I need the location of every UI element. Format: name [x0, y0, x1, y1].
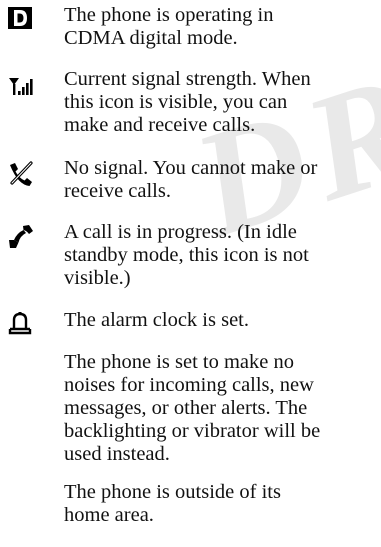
entry-description: A call is in progress. (In idle standby … — [64, 221, 309, 289]
entry-description: The phone is outside of its home area. — [64, 481, 281, 526]
alarm-bell-icon — [7, 311, 37, 339]
signal-strength-icon — [7, 75, 37, 103]
entry-description: Current signal strength. When this icon … — [64, 68, 311, 136]
entry-description: The phone is operating in CDMA digital m… — [64, 4, 274, 49]
no-signal-icon — [7, 161, 37, 189]
call-in-progress-handset-icon — [7, 224, 37, 252]
entry-description: No signal. You cannot make or receive ca… — [64, 157, 318, 202]
entry-description: The phone is set to make no noises for i… — [64, 351, 321, 465]
cdma-digital-d-icon — [7, 6, 37, 34]
entry-description: The alarm clock is set. — [64, 309, 250, 331]
